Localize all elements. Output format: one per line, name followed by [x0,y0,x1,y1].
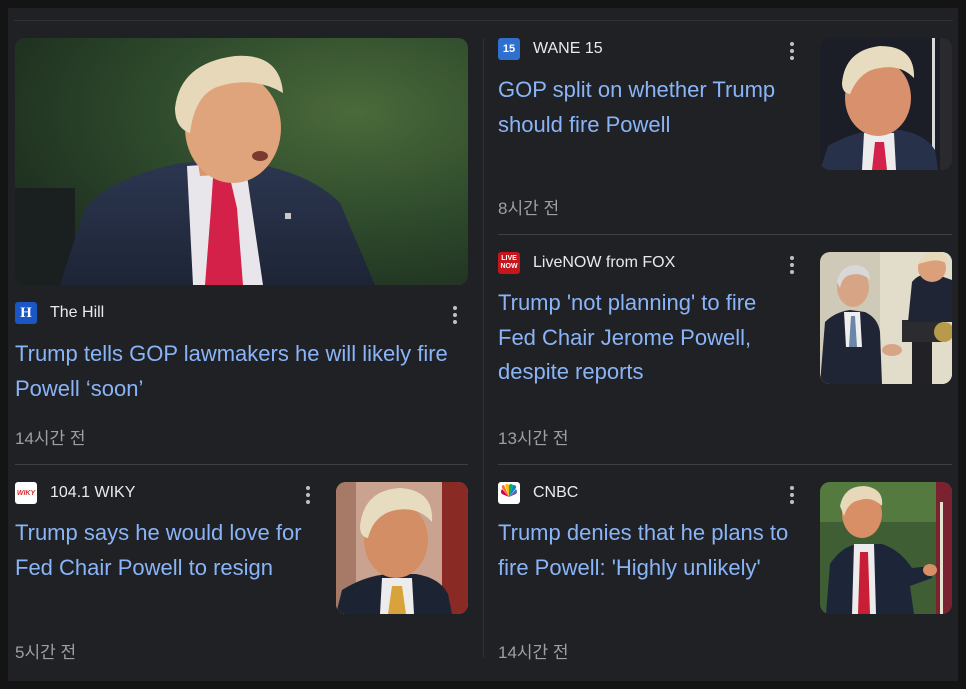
source-name: WANE 15 [533,40,603,57]
article-headline[interactable]: Trump says he would love for Fed Chair P… [15,516,325,585]
photo-illustration [820,252,952,384]
photo-illustration [336,482,468,614]
row-divider [15,464,468,465]
publish-time: 14시간 전 [15,429,86,448]
article-image-handshake[interactable] [820,252,952,384]
article-headline[interactable]: Trump denies that he plans to fire Powel… [498,516,810,585]
photo-illustration [15,38,468,285]
livenow-fox-logo-icon: LIVE NOW [498,252,520,274]
column-divider [483,38,484,658]
source-name: 104.1 WIKY [50,484,136,501]
article-image-trump-outdoors[interactable] [15,38,468,285]
source-name: CNBC [533,484,579,501]
more-options-icon[interactable] [784,40,800,62]
top-divider [14,20,953,21]
row-divider [498,464,952,465]
article-image-trump-yellow-tie[interactable] [336,482,468,614]
source-row: LIVE NOW LiveNOW from FOX [498,252,675,274]
photo-illustration [820,482,952,614]
source-name: The Hill [50,304,105,321]
publish-time: 14시간 전 [498,643,569,662]
the-hill-logo-icon: H [15,302,37,324]
article-headline[interactable]: Trump tells GOP lawmakers he will likely… [15,337,475,406]
more-options-icon[interactable] [447,304,463,326]
publish-time: 5시간 전 [15,643,77,662]
photo-illustration [820,38,952,170]
source-row: 15 WANE 15 [498,38,603,60]
article-image-trump-closeup[interactable] [820,38,952,170]
more-options-icon[interactable] [784,254,800,276]
source-row: H The Hill [15,302,104,324]
source-row: WIKY 104.1 WIKY [15,482,135,504]
publish-time: 13시간 전 [498,429,569,448]
wiky-logo-icon: WIKY [15,482,37,504]
publish-time: 8시간 전 [498,199,560,218]
row-divider [498,234,952,235]
wane-15-logo-icon: 15 [498,38,520,60]
article-image-trump-pointing[interactable] [820,482,952,614]
more-options-icon[interactable] [300,484,316,506]
source-name: LiveNOW from FOX [533,254,676,271]
source-row: CNBC [498,482,578,504]
cnbc-peacock-logo-icon [498,482,520,504]
more-options-icon[interactable] [784,484,800,506]
article-headline[interactable]: Trump 'not planning' to fire Fed Chair J… [498,286,798,390]
article-headline[interactable]: GOP split on whether Trump should fire P… [498,73,803,142]
